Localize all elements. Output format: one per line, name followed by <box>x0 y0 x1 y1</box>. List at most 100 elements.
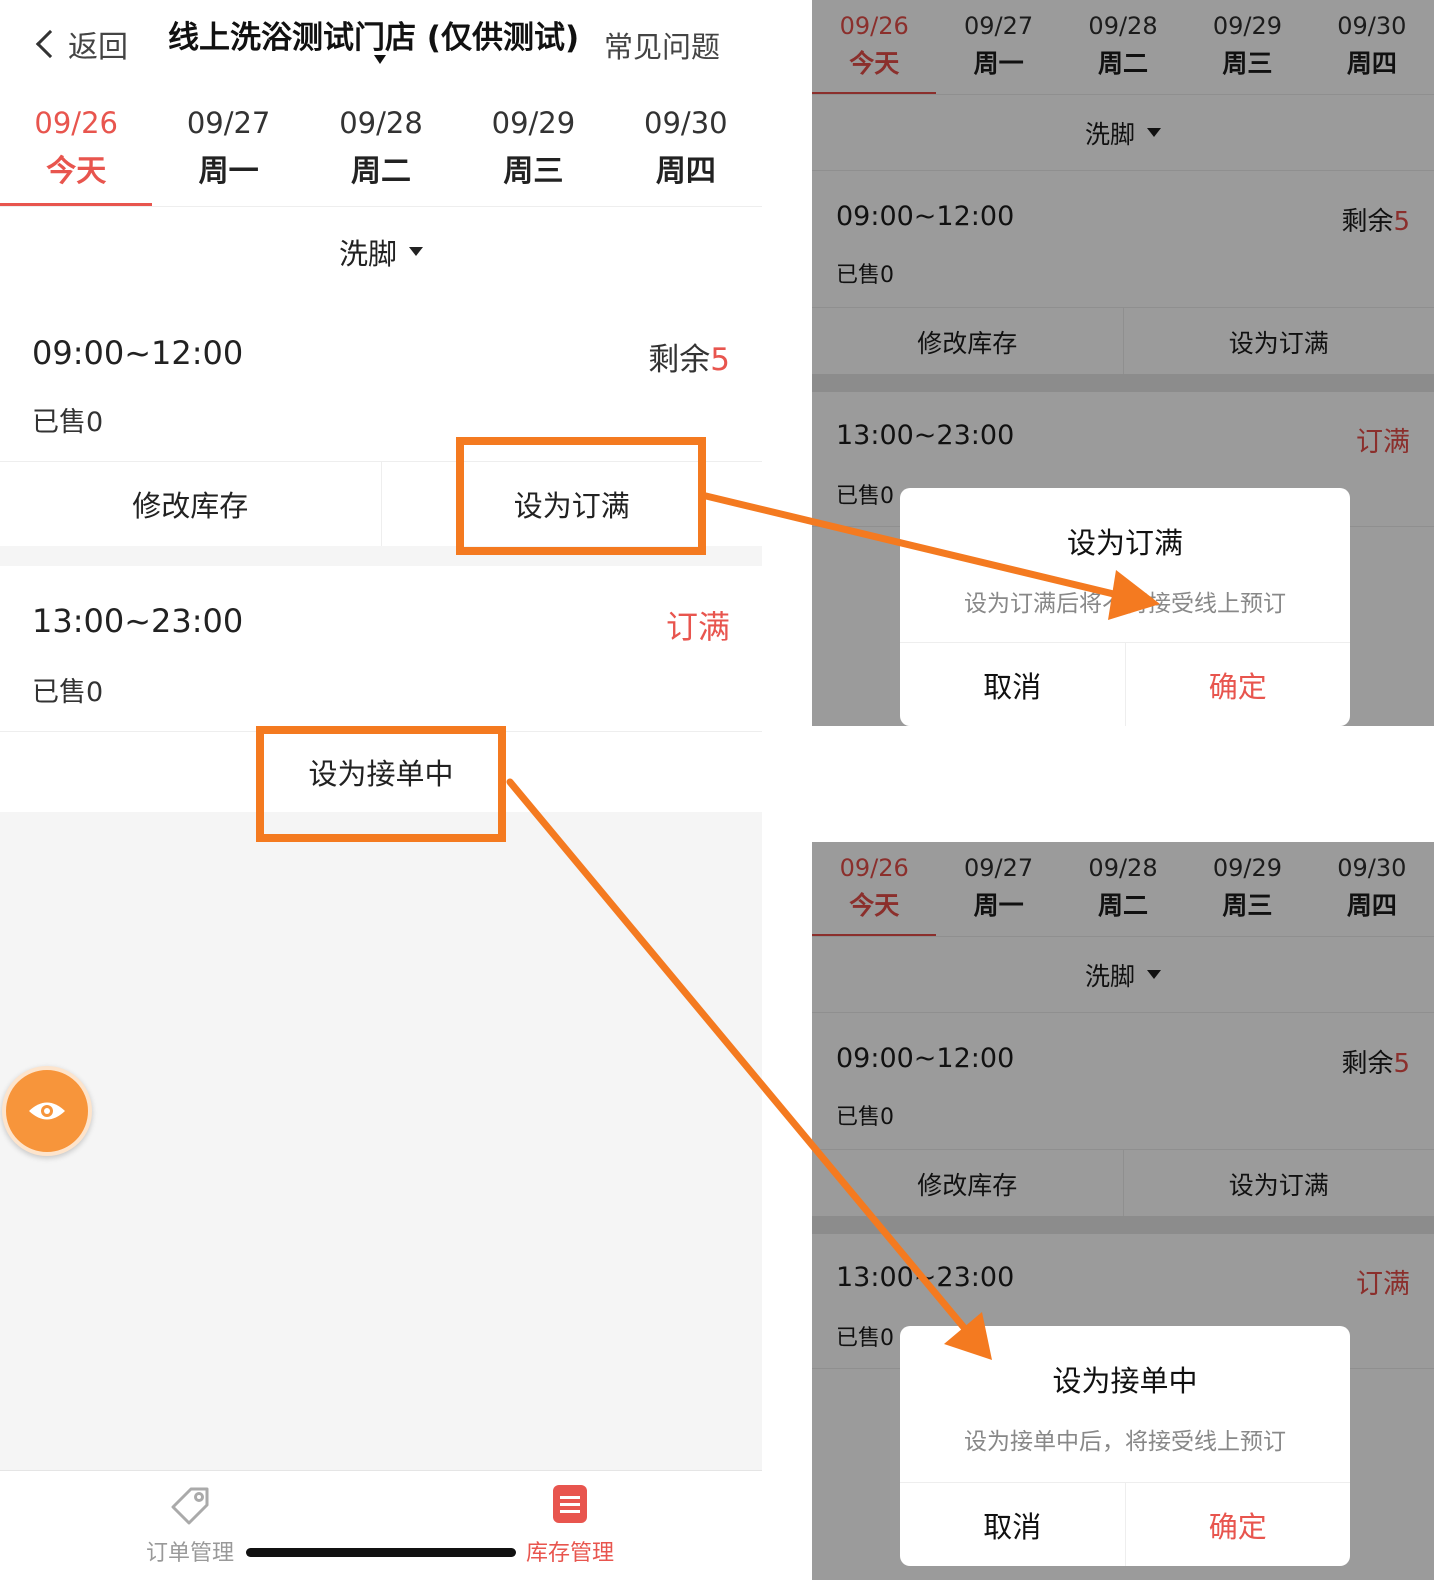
preview-set-accepting-dialog: 09/26 今天 09/27 周一 09/28 周二 09/29 周三 09/30 周四 … <box>812 842 1434 1580</box>
weekday-label: 周一 <box>973 49 1024 78</box>
weekday-label: 周一 <box>973 891 1024 920</box>
date-tab-3[interactable]: 09/29 周三 <box>457 92 609 206</box>
date-tab-1[interactable]: 09/27 周一 <box>936 842 1060 936</box>
date-label: 09/29 <box>491 106 576 140</box>
date-tab-2[interactable]: 09/28 周二 <box>1061 842 1185 936</box>
weekday-label: 周四 <box>655 154 716 189</box>
slot-time: 09:00~12:00 <box>836 1043 1015 1074</box>
remain-count: 5 <box>1393 207 1410 237</box>
eye-icon <box>29 1102 65 1120</box>
caret-down-icon <box>1147 970 1161 979</box>
date-tab-1[interactable]: 09/27 周一 <box>152 92 304 206</box>
confirm-button[interactable]: 确定 <box>1124 643 1351 726</box>
slot-sold: 已售0 <box>836 484 894 509</box>
set-accepting-dialog: 设为接单中 设为接单中后，将接受线上预订 取消 确定 <box>900 1326 1350 1566</box>
dialog-buttons: 取消 确定 <box>900 642 1350 726</box>
date-tab-4[interactable]: 09/30 周四 <box>610 92 762 206</box>
back-label: 返回 <box>68 30 128 65</box>
slot-actions: 修改库存 设为订满 <box>812 1149 1434 1217</box>
date-label: 09/29 <box>1212 12 1282 40</box>
weekday-label: 周二 <box>1098 891 1149 920</box>
date-tab-3[interactable]: 09/29 周三 <box>1185 842 1309 936</box>
slot-time: 13:00~23:00 <box>836 1262 1015 1293</box>
date-tab-0[interactable]: 09/26 今天 <box>812 0 937 94</box>
slot-time: 09:00~12:00 <box>836 201 1015 232</box>
weekday-label: 周二 <box>1098 49 1149 78</box>
service-label: 洗脚 <box>338 236 397 271</box>
slot-sold: 已售0 <box>32 677 104 708</box>
slot-status-full: 订满 <box>1356 427 1410 458</box>
date-label: 09/28 <box>1088 854 1158 882</box>
weekday-label: 今天 <box>46 154 107 189</box>
date-label: 09/30 <box>1337 12 1407 40</box>
back-button[interactable]: 返回 <box>32 20 128 68</box>
confirm-button[interactable]: 确定 <box>1124 1483 1351 1566</box>
date-tab-1[interactable]: 09/27 周一 <box>936 0 1060 94</box>
remain-label: 剩余 <box>648 342 711 378</box>
remain-label: 剩余 <box>1341 207 1394 237</box>
date-tab-4[interactable]: 09/30 周四 <box>1310 0 1434 94</box>
date-tab-2[interactable]: 09/28 周二 <box>1061 0 1185 94</box>
remain-label: 剩余 <box>1341 1049 1394 1079</box>
highlight-set-accepting <box>256 726 506 842</box>
caret-down-icon <box>1147 128 1161 137</box>
slot-sold: 已售0 <box>32 407 104 438</box>
floating-eye-button[interactable] <box>2 1066 92 1156</box>
date-tab-4[interactable]: 09/30 周四 <box>1310 842 1434 936</box>
tag-icon <box>171 1487 209 1525</box>
store-title[interactable]: 线上洗浴测试门店 (仅供测试) <box>168 12 580 56</box>
weekday-label: 周三 <box>1222 891 1273 920</box>
weekday-label: 周二 <box>351 154 412 189</box>
slot-remaining: 剩余5 <box>1341 201 1410 238</box>
faq-link[interactable]: 常见问题 <box>604 24 720 66</box>
date-label: 09/29 <box>1212 854 1282 882</box>
highlight-set-full <box>456 437 706 555</box>
nav-header: 返回 线上洗浴测试门店 (仅供测试) 常见问题 <box>0 0 762 92</box>
date-label: 09/28 <box>1088 12 1158 40</box>
dialog-description: 设为接单中后，将接受线上预订 <box>964 1429 1286 1455</box>
slot-sold: 已售0 <box>836 1326 894 1351</box>
service-selector[interactable]: 洗脚 <box>0 206 762 296</box>
edit-stock-button[interactable]: 修改库存 <box>0 462 381 546</box>
service-label: 洗脚 <box>1084 961 1135 991</box>
dialog-description: 设为订满后将不再接受线上预订 <box>964 591 1286 617</box>
slot-remaining: 剩余5 <box>648 334 730 379</box>
date-label: 09/26 <box>839 12 909 40</box>
preview-set-full-dialog: 09/26 今天 09/27 周一 09/28 周二 09/29 周三 09/30 周四 … <box>812 0 1434 726</box>
set-full-dialog: 设为订满 设为订满后将不再接受线上预订 取消 确定 <box>900 488 1350 726</box>
date-tab-0[interactable]: 09/26 今天 <box>0 92 153 206</box>
list-doc-icon <box>553 1485 587 1523</box>
service-selector[interactable]: 洗脚 <box>812 94 1434 170</box>
edit-stock-button[interactable]: 修改库存 <box>812 1150 1123 1217</box>
date-tabs: 09/26 今天 09/27 周一 09/28 周二 09/29 周三 09/30 周四 <box>812 842 1434 936</box>
date-tab-2[interactable]: 09/28 周二 <box>305 92 457 206</box>
weekday-label: 周三 <box>1222 49 1273 78</box>
edit-stock-button[interactable]: 修改库存 <box>812 308 1123 375</box>
service-label: 洗脚 <box>1084 119 1135 149</box>
date-label: 09/27 <box>186 106 271 140</box>
date-tabs: 09/26 今天 09/27 周一 09/28 周二 09/29 周三 09/30 周四 <box>0 92 762 206</box>
caret-down-icon[interactable] <box>374 55 386 64</box>
slot-actions: 修改库存 设为订满 <box>812 307 1434 375</box>
cancel-button[interactable]: 取消 <box>900 643 1125 726</box>
slot-remaining: 剩余5 <box>1341 1043 1410 1080</box>
date-label: 09/27 <box>964 854 1034 882</box>
date-tab-0[interactable]: 09/26 今天 <box>812 842 937 936</box>
weekday-label: 周一 <box>198 154 259 189</box>
remain-count: 5 <box>1393 1049 1410 1079</box>
set-full-button[interactable]: 设为订满 <box>1122 1150 1435 1217</box>
date-label: 09/30 <box>644 106 728 140</box>
slot-sold: 已售0 <box>836 1105 894 1130</box>
date-label: 09/27 <box>964 12 1034 40</box>
section-gap <box>812 374 1434 392</box>
set-full-button[interactable]: 设为订满 <box>1122 308 1435 375</box>
date-tab-3[interactable]: 09/29 周三 <box>1185 0 1309 94</box>
slot-status-full: 订满 <box>665 608 730 646</box>
weekday-label: 周四 <box>1346 891 1397 920</box>
chevron-left-icon <box>35 29 65 59</box>
cancel-button[interactable]: 取消 <box>900 1483 1125 1566</box>
remain-count: 5 <box>710 342 730 378</box>
slot-time: 09:00~12:00 <box>32 334 244 372</box>
service-selector[interactable]: 洗脚 <box>812 936 1434 1012</box>
slot-sold: 已售0 <box>836 263 894 288</box>
